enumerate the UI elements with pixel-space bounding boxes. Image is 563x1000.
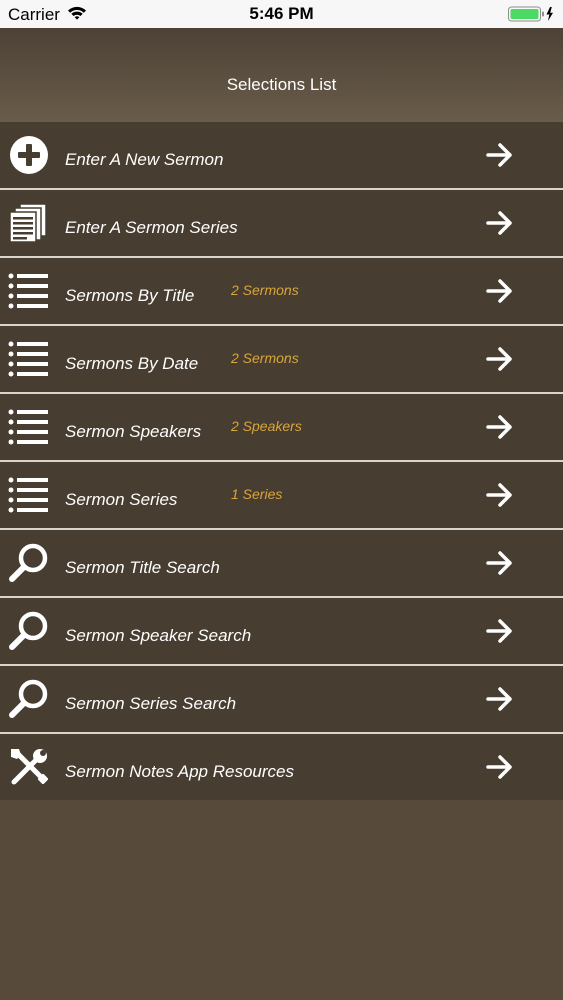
row-label: Sermon Speaker Search xyxy=(65,626,252,645)
row-label: Sermon Series xyxy=(65,490,178,509)
arrow-right-icon xyxy=(486,414,514,440)
list-icon xyxy=(8,338,50,380)
row-label: Sermons By Date xyxy=(65,354,199,373)
list-item-sermon-speakers[interactable]: Sermon Speakers 2 Speakers xyxy=(0,394,563,462)
row-label: Enter A Sermon Series xyxy=(65,218,238,237)
list-item-enter-new-sermon[interactable]: Enter A New Sermon xyxy=(0,122,563,190)
row-count: 2 Sermons xyxy=(231,282,299,298)
row-label: Sermons By Title xyxy=(65,286,195,305)
arrow-right-icon xyxy=(486,278,514,304)
arrow-right-icon xyxy=(486,686,514,712)
magnifier-icon xyxy=(8,610,50,652)
list-item-app-resources[interactable]: Sermon Notes App Resources xyxy=(0,734,563,800)
row-label: Sermon Title Search xyxy=(65,558,220,577)
selections-list: Enter A New Sermon Enter A Sermon Series xyxy=(0,122,563,800)
arrow-right-icon xyxy=(486,482,514,508)
row-label: Sermon Speakers xyxy=(65,422,202,441)
arrow-right-icon xyxy=(486,346,514,372)
status-bar: Carrier 5:46 PM xyxy=(0,0,563,28)
row-label: Enter A New Sermon xyxy=(65,150,224,169)
list-item-sermon-series-search[interactable]: Sermon Series Search xyxy=(0,666,563,734)
page-title: Selections List xyxy=(226,75,337,94)
documents-icon xyxy=(8,202,50,244)
tools-icon xyxy=(8,746,50,788)
magnifier-icon xyxy=(8,542,50,584)
list-item-sermon-speaker-search[interactable]: Sermon Speaker Search xyxy=(0,598,563,666)
plus-circle-icon xyxy=(8,134,50,176)
magnifier-icon xyxy=(8,678,50,720)
list-icon xyxy=(8,474,50,516)
list-item-sermons-by-title[interactable]: Sermons By Title 2 Sermons xyxy=(0,258,563,326)
list-item-sermons-by-date[interactable]: Sermons By Date 2 Sermons xyxy=(0,326,563,394)
arrow-right-icon xyxy=(486,754,514,780)
list-item-enter-sermon-series[interactable]: Enter A Sermon Series xyxy=(0,190,563,258)
list-icon xyxy=(8,406,50,448)
list-icon xyxy=(8,270,50,312)
list-item-sermon-series[interactable]: Sermon Series 1 Series xyxy=(0,462,563,530)
arrow-right-icon xyxy=(486,618,514,644)
navigation-bar: Selections List xyxy=(0,28,563,123)
row-count: 2 Speakers xyxy=(231,418,302,434)
row-label: Sermon Notes App Resources xyxy=(65,762,294,781)
arrow-right-icon xyxy=(486,210,514,236)
arrow-right-icon xyxy=(486,550,514,576)
row-count: 1 Series xyxy=(231,486,283,502)
battery-icon xyxy=(508,6,558,27)
arrow-right-icon xyxy=(486,142,514,168)
row-count: 2 Sermons xyxy=(231,350,299,366)
status-time: 5:46 PM xyxy=(249,4,314,23)
list-item-sermon-title-search[interactable]: Sermon Title Search xyxy=(0,530,563,598)
row-label: Sermon Series Search xyxy=(65,694,237,713)
